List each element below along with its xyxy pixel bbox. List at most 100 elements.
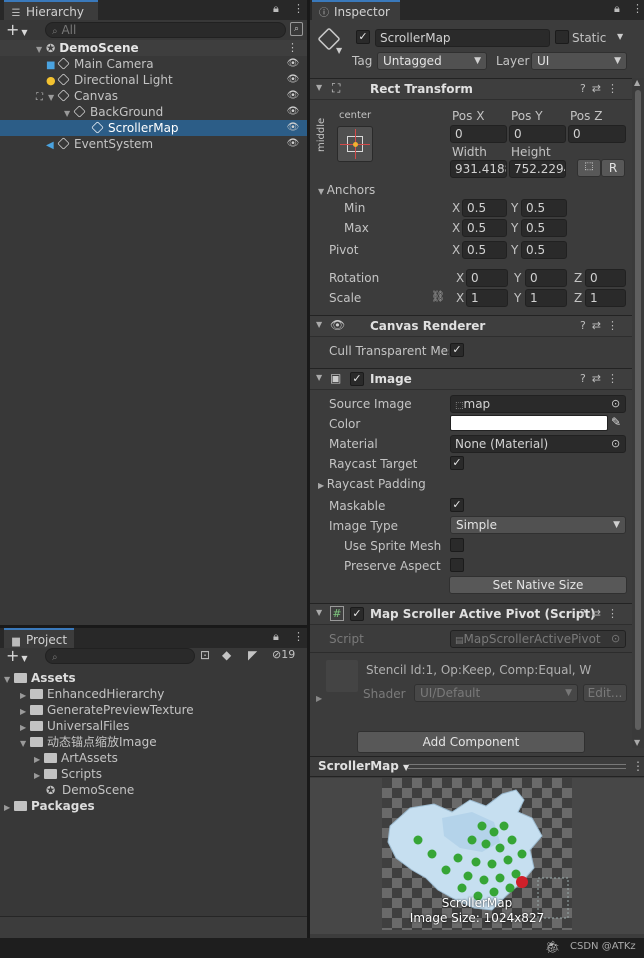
visibility-eye-icon[interactable]: 👁 xyxy=(285,56,301,70)
component-actions[interactable]: ?⇄⋮ xyxy=(580,319,624,332)
height-input[interactable]: 752.2294 xyxy=(509,160,566,178)
object-picker-icon[interactable]: ⊙ xyxy=(611,397,620,410)
script-component-header[interactable]: ▼ # ✓ Map Scroller Active Pivot (Script)… xyxy=(310,603,632,625)
tab-inspector[interactable]: ⓘ Inspector xyxy=(312,0,400,20)
hierarchy-item-directional-light[interactable]: ● Directional Light 👁 xyxy=(0,72,307,88)
hierarchy-search-input[interactable]: ⌕ All xyxy=(45,22,286,38)
project-item-dynamic-anchor-image[interactable]: ▼ 动态锚点缩放Image xyxy=(0,734,307,750)
foldout-arrow-icon[interactable]: ▼ xyxy=(316,83,322,92)
hierarchy-search-options-icon[interactable]: ⌕ xyxy=(290,22,303,36)
presets-icon[interactable]: ⇄ xyxy=(592,372,607,385)
debug-bug-icon[interactable]: 🐞︎ xyxy=(545,940,560,954)
component-menu-icon[interactable]: ⋮ xyxy=(607,607,624,620)
tag-dropdown[interactable]: Untagged ▼ xyxy=(377,52,487,70)
scene-menu-icon[interactable]: ⋮ xyxy=(287,40,301,56)
scrollbar-thumb[interactable] xyxy=(635,90,641,730)
layer-dropdown[interactable]: UI ▼ xyxy=(531,52,627,70)
hierarchy-item-eventsystem[interactable]: ◀ EventSystem 👁 xyxy=(0,136,307,152)
use-sprite-mesh-checkbox[interactable] xyxy=(450,538,464,552)
image-component-header[interactable]: ▼ ▣ ✓ Image ?⇄⋮ xyxy=(310,368,632,390)
hierarchy-item-scrollermap[interactable]: ScrollerMap 👁 xyxy=(0,120,307,136)
component-menu-icon[interactable]: ⋮ xyxy=(607,319,624,332)
raycast-target-checkbox[interactable]: ✓ xyxy=(450,456,464,470)
posz-input[interactable]: 0 xyxy=(568,125,626,143)
foldout-arrow-icon[interactable]: ▼ xyxy=(316,373,322,382)
tab-project[interactable]: ▆ Project xyxy=(4,628,74,648)
pivot-x-input[interactable]: 0.5 xyxy=(462,241,507,259)
image-type-dropdown[interactable]: Simple ▼ xyxy=(450,516,626,534)
hierarchy-item-demoscene[interactable]: ▼ ✪ DemoScene ⋮ xyxy=(0,40,307,56)
color-swatch[interactable] xyxy=(450,415,608,431)
scale-y-input[interactable]: 1 xyxy=(525,289,567,307)
blueprint-mode-button[interactable]: ⬚ xyxy=(577,159,601,177)
static-checkbox[interactable] xyxy=(555,30,569,44)
width-input[interactable]: 931.4188 xyxy=(450,160,507,178)
component-menu-icon[interactable]: ⋮ xyxy=(607,82,624,95)
rotation-z-input[interactable]: 0 xyxy=(585,269,626,287)
anchors-foldout[interactable]: ▼ Anchors xyxy=(318,182,375,200)
filter-label-icon[interactable]: ◤ xyxy=(248,648,257,662)
anchor-min-x-input[interactable]: 0.5 xyxy=(462,199,507,217)
foldout-arrow-icon[interactable]: ▼ xyxy=(316,320,322,329)
posx-input[interactable]: 0 xyxy=(450,125,507,143)
visibility-eye-icon[interactable]: 👁 xyxy=(285,88,301,102)
project-item-scripts[interactable]: ▶ Scripts xyxy=(0,766,307,782)
presets-icon[interactable]: ⇄ xyxy=(592,319,607,332)
project-add-button[interactable]: + ▼ xyxy=(6,648,28,667)
visibility-eye-icon[interactable]: 👁 xyxy=(285,120,301,134)
script-enabled-checkbox[interactable]: ✓ xyxy=(350,607,364,621)
inspector-menu-icon[interactable]: ⋮ xyxy=(632,2,643,15)
filter-type-icon[interactable]: ◆ xyxy=(222,648,231,662)
expand-arrow-icon[interactable]: ▶ xyxy=(4,800,14,816)
scroll-up-arrow[interactable]: ▲ xyxy=(634,78,640,87)
anchor-presets-button[interactable] xyxy=(337,126,373,162)
project-item-packages[interactable]: ▶ Packages xyxy=(0,798,307,814)
raw-edit-button[interactable]: R xyxy=(601,159,625,177)
add-component-button[interactable]: Add Component xyxy=(357,731,585,753)
set-native-size-button[interactable]: Set Native Size xyxy=(449,576,627,594)
material-foldout-arrow[interactable]: ▶ xyxy=(316,694,322,703)
hierarchy-item-canvas[interactable]: ⛶ ▼ Canvas 👁 xyxy=(0,88,307,104)
help-icon[interactable]: ? xyxy=(580,372,592,385)
rect-transform-header[interactable]: ▼ ⛶ Rect Transform ?⇄⋮ xyxy=(310,78,632,100)
preview-menu-icon[interactable]: ⋮ xyxy=(632,759,644,773)
hidden-packages-toggle[interactable]: ⊘19 xyxy=(272,648,295,661)
preview-title-dropdown[interactable]: ScrollerMap ▼ xyxy=(318,759,409,773)
eyedropper-icon[interactable]: ✎ xyxy=(611,415,621,429)
rotation-y-input[interactable]: 0 xyxy=(525,269,567,287)
icon-dropdown-arrow[interactable]: ▼ xyxy=(336,46,342,55)
anchor-max-y-input[interactable]: 0.5 xyxy=(521,219,567,237)
help-icon[interactable]: ? xyxy=(580,82,592,95)
preserve-aspect-checkbox[interactable] xyxy=(450,558,464,572)
project-item-assets[interactable]: ▼ Assets xyxy=(0,670,307,686)
pivot-y-input[interactable]: 0.5 xyxy=(521,241,567,259)
hierarchy-item-background[interactable]: ▼ BackGround 👁 xyxy=(0,104,307,120)
scale-x-input[interactable]: 1 xyxy=(466,289,508,307)
scroll-down-arrow[interactable]: ▼ xyxy=(634,738,640,747)
component-menu-icon[interactable]: ⋮ xyxy=(607,372,624,385)
project-item-demoscene[interactable]: ✪ DemoScene xyxy=(0,782,307,798)
raycast-padding-foldout[interactable]: ▶ Raycast Padding xyxy=(318,476,426,494)
project-item-universalfiles[interactable]: ▶ UniversalFiles xyxy=(0,718,307,734)
project-lock-icon[interactable]: 🔒︎ xyxy=(273,630,279,644)
project-item-enhancedhierarchy[interactable]: ▶ EnhancedHierarchy xyxy=(0,686,307,702)
preview-resize-handle[interactable] xyxy=(408,764,626,769)
anchor-min-y-input[interactable]: 0.5 xyxy=(521,199,567,217)
tab-hierarchy[interactable]: ☰ Hierarchy xyxy=(4,0,98,20)
canvas-renderer-header[interactable]: ▼ 👁 Canvas Renderer ?⇄⋮ xyxy=(310,315,632,337)
presets-icon[interactable]: ⇄ xyxy=(592,607,607,620)
image-enabled-checkbox[interactable]: ✓ xyxy=(350,372,364,386)
help-icon[interactable]: ? xyxy=(580,607,592,620)
inspector-scrollbar[interactable]: ▲ ▼ xyxy=(632,78,644,748)
component-actions[interactable]: ?⇄⋮ xyxy=(580,372,624,385)
inspector-lock-icon[interactable]: 🔒︎ xyxy=(614,2,620,16)
visibility-eye-icon[interactable]: 👁 xyxy=(285,104,301,118)
scale-z-input[interactable]: 1 xyxy=(585,289,626,307)
constrain-proportions-icon[interactable]: ⛓ xyxy=(431,290,445,303)
project-search-input[interactable]: ⌕ xyxy=(45,648,195,664)
cull-transparent-checkbox[interactable]: ✓ xyxy=(450,343,464,357)
hierarchy-add-button[interactable]: + ▼ xyxy=(6,22,28,41)
help-icon[interactable]: ? xyxy=(580,319,592,332)
project-menu-icon[interactable]: ⋮ xyxy=(293,630,304,643)
object-name-input[interactable]: ScrollerMap xyxy=(375,29,550,47)
